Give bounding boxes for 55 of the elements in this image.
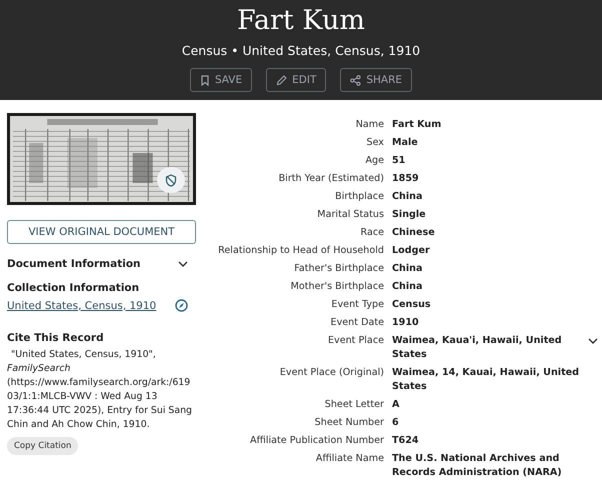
record-title: Fart Kum — [237, 4, 365, 38]
fact-value: Single — [392, 208, 427, 222]
fact-value: 6 — [392, 416, 400, 430]
fact-label: Affiliate Publication Number — [249, 434, 384, 448]
fact-label: Sex — [365, 136, 384, 150]
fact-value: T624 — [392, 434, 420, 448]
fact-value: Waimea, Kaua'i, Hawaii, United States — [392, 334, 563, 362]
citation-text: "United States, Census, 1910", FamilySearch (https://www.familysearch.org/ark:/61903/1:1:MLCB-VWV : Wed Aug 13 17:36:44 UTC 2025), Entry for Sui Sang Chin and Ah Chow Chin, 1910. — [7, 348, 193, 432]
collection-link[interactable]: United States, Census, 1910 — [7, 300, 156, 312]
document-information-toggle[interactable]: Document Information — [7, 256, 196, 272]
fact-value: China — [392, 280, 424, 294]
fact-value: Fart Kum — [392, 118, 442, 132]
shield-icon — [165, 174, 177, 186]
share-button[interactable]: SHARE — [340, 68, 412, 92]
fact-label: Sheet Letter — [324, 398, 384, 412]
pencil-icon — [276, 74, 288, 86]
fact-value: The U.S. National Archives and Records Administration (NARA) — [392, 452, 563, 480]
fact-value: China — [392, 262, 424, 276]
edit-button[interactable]: EDIT — [266, 68, 326, 92]
fact-label: Relationship to Head of Household — [217, 244, 384, 258]
fact-label: Father's Birthplace — [293, 262, 384, 276]
fact-value: Chinese — [392, 226, 436, 240]
fact-value: Male — [392, 136, 419, 150]
fact-label: Name — [354, 118, 384, 132]
fact-label: Race — [359, 226, 384, 240]
compass-icon[interactable] — [175, 299, 188, 312]
fact-value: 51 — [392, 154, 406, 168]
fact-label: Birth Year (Estimated) — [278, 172, 384, 186]
fact-label: Birthplace — [334, 190, 384, 204]
share-icon — [350, 74, 362, 86]
fact-label: Mother's Birthplace — [290, 280, 384, 294]
fact-label: Event Type — [330, 298, 384, 312]
fact-label: Event Date — [330, 316, 384, 330]
fact-value: A — [392, 398, 400, 412]
record-subtitle: Census • United States, Census, 1910 — [182, 43, 420, 58]
fact-label: Age — [364, 154, 384, 168]
fact-label: Marital Status — [316, 208, 384, 222]
bookmark-icon — [200, 74, 210, 86]
fact-value: Census — [392, 298, 432, 312]
chevron-down-icon[interactable] — [588, 338, 598, 344]
fact-label: Event Place — [326, 334, 384, 348]
copy-citation-button[interactable]: Copy Citation — [7, 437, 78, 455]
fact-label: Event Place (Original) — [278, 366, 384, 380]
save-button[interactable]: SAVE — [190, 68, 252, 92]
fact-value: 1859 — [392, 172, 420, 186]
section-heading: Collection Information — [7, 282, 140, 294]
view-original-document-button[interactable]: VIEW ORIGINAL DOCUMENT — [7, 220, 196, 244]
fact-value: Waimea, 14, Kauai, Hawaii, United States — [392, 366, 580, 394]
fact-value: 1910 — [392, 316, 420, 330]
fact-value: China — [392, 190, 424, 204]
section-heading: Cite This Record — [7, 332, 105, 344]
fact-label: Affiliate Name — [314, 452, 384, 466]
fact-value: Lodger — [392, 244, 431, 258]
chevron-down-icon — [178, 261, 188, 267]
fact-label: Sheet Number — [314, 416, 384, 430]
